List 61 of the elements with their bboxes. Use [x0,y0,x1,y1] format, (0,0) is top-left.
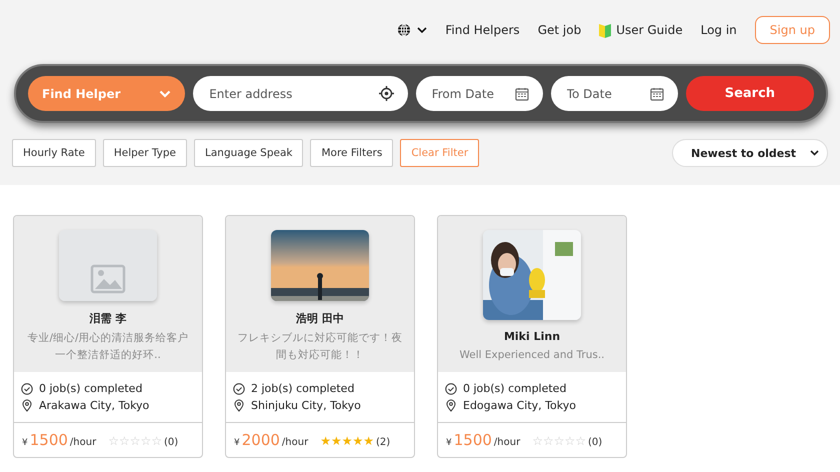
filter-button[interactable]: Hourly Rate [12,139,96,167]
user-guide-link[interactable]: User Guide [599,22,683,38]
helper-bio: 专业/细心/用心的清洁服务给客户一个整洁舒适的好环.. [26,331,190,363]
helper-name: Miki Linn [504,330,560,343]
review-count: (2) [376,437,390,448]
helper-card[interactable]: Miki Linn Well Experienced and Trus.. 0 job(s) completed Edogawa City, Tokyo ¥1500/hour ☆☆☆☆☆ (0) [437,215,627,458]
to-date-field[interactable]: To Date [550,76,678,111]
address-field[interactable]: Enter address [193,76,408,111]
image-placeholder-icon [59,230,157,301]
chevron-down-icon[interactable] [417,27,428,33]
globe-icon[interactable] [397,23,412,37]
location-pin-icon [233,399,245,412]
helper-card[interactable]: 泪需 李 专业/细心/用心的清洁服务给客户一个整洁舒适的好环.. 0 job(s) completed Arakawa City, Tokyo ¥1500/hour ☆☆☆☆☆ (0) [13,215,203,458]
helper-bio: フレキシブルに対応可能です！夜間も対応可能！！ [236,331,404,363]
currency-symbol: ¥ [22,438,28,448]
filter-button[interactable]: Language Speak [194,139,304,167]
currency-symbol: ¥ [234,438,240,448]
locate-icon[interactable] [378,86,394,101]
calendar-icon [650,86,664,100]
helper-location: Shinjuku City, Tokyo [251,399,361,412]
hourly-price: 1500 [30,431,68,449]
sort-dropdown[interactable]: Newest to oldest [672,139,828,167]
chevron-down-icon [810,150,819,156]
jobs-completed: 2 job(s) completed [251,382,354,395]
helper-name: 泪需 李 [90,311,126,326]
price-unit: /hour [282,437,308,448]
chevron-down-icon [159,90,172,98]
nav-link[interactable]: Log in [700,23,737,37]
star-rating: ☆☆☆☆☆ [108,434,162,448]
currency-symbol: ¥ [446,438,452,448]
nav-link[interactable]: Find Helpers [445,23,520,37]
jobs-completed: 0 job(s) completed [463,382,566,395]
star-rating: ★★★★★ [320,434,374,448]
helper-bio: Well Experienced and Trus.. [459,348,605,363]
location-pin-icon [21,399,33,412]
from-date-field[interactable]: From Date [416,76,543,111]
star-rating: ☆☆☆☆☆ [532,434,586,448]
helper-card[interactable]: 浩明 田中 フレキシブルに対応可能です！夜間も対応可能！！ 2 job(s) completed Shinjuku City, Tokyo ¥2000/hour ★★★★★ (2) [225,215,415,458]
calendar-icon [514,86,529,100]
filter-button[interactable]: Helper Type [102,139,188,167]
search-button[interactable]: Search [686,76,814,111]
helper-name: 浩明 田中 [296,311,344,326]
filter-button[interactable]: More Filters [310,139,394,167]
from-date-input[interactable]: From Date [432,76,515,111]
to-date-input[interactable]: To Date [566,76,650,111]
check-circle-icon [445,382,457,394]
leaf-icon [599,22,612,38]
price-unit: /hour [494,437,520,448]
hourly-price: 1500 [454,431,492,449]
review-count: (0) [588,437,602,448]
location-pin-icon [445,399,457,412]
jobs-completed: 0 job(s) completed [39,382,142,395]
check-circle-icon [21,382,33,394]
address-input[interactable]: Enter address [209,76,379,111]
nav-link[interactable]: Get job [538,23,582,37]
review-count: (0) [164,437,178,448]
helper-location: Arakawa City, Tokyo [39,399,150,412]
price-unit: /hour [70,437,96,448]
hourly-price: 2000 [242,431,280,449]
check-circle-icon [233,382,245,394]
helper-location: Edogawa City, Tokyo [463,399,576,412]
